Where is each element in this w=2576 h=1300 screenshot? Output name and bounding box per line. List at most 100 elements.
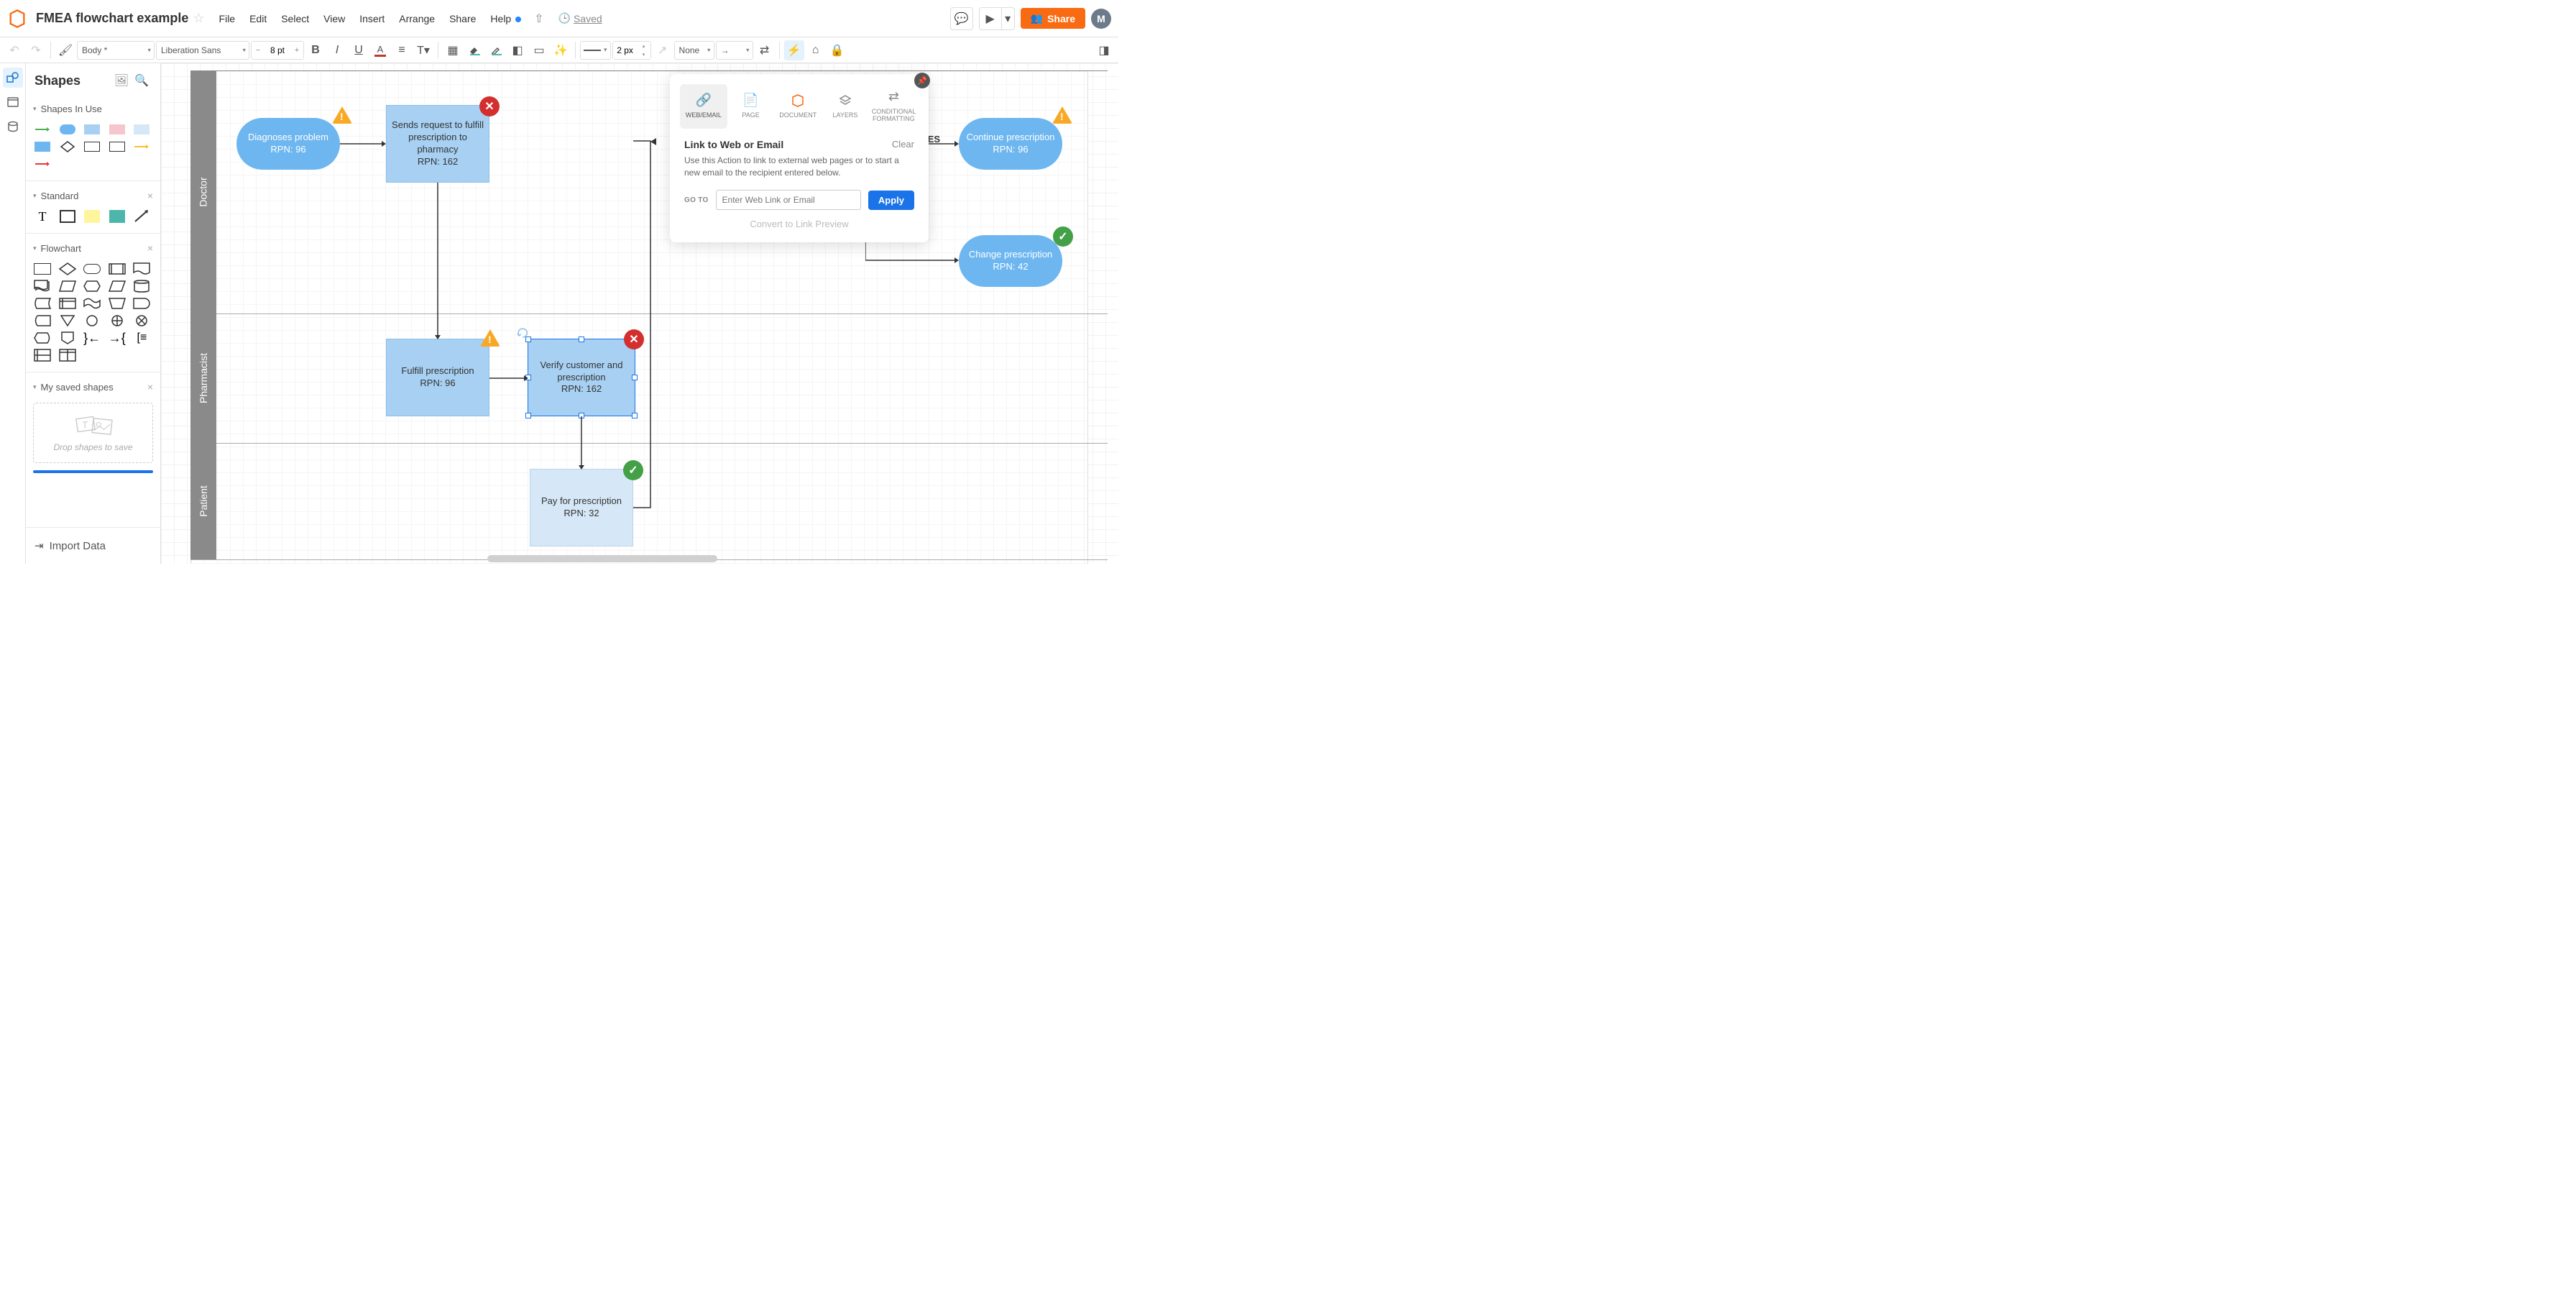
text-options-button[interactable]: T▾ (413, 40, 433, 60)
font-color-button[interactable]: A (370, 40, 390, 60)
line-arrow-select[interactable]: → (716, 41, 753, 60)
link-input[interactable] (716, 190, 861, 210)
fc-decision[interactable] (58, 262, 77, 275)
fc-brace-left[interactable]: →{ (108, 331, 126, 344)
fc-swimlane-h[interactable] (33, 349, 52, 362)
shape-rect[interactable] (58, 210, 77, 223)
fc-or[interactable] (108, 314, 126, 327)
node-diagnose[interactable]: Diagnoses problem RPN: 96 (236, 118, 340, 170)
shape-lightblue-rect[interactable] (132, 123, 151, 136)
comment-icon[interactable]: 💬 (950, 7, 973, 30)
document-title[interactable]: FMEA flowchart example (36, 11, 188, 26)
apply-button[interactable]: Apply (868, 191, 914, 210)
line-end-none-select[interactable]: None (674, 41, 714, 60)
node-pay[interactable]: Pay for prescription RPN: 32 (530, 469, 633, 546)
shape-green-arrow[interactable] (33, 123, 52, 136)
shape-diamond[interactable] (58, 140, 77, 153)
node-fulfill[interactable]: Fulfill prescription RPN: 96 (386, 339, 489, 416)
tab-web-email[interactable]: 🔗 WEB/EMAIL (680, 84, 727, 129)
shape-blue-light-rect[interactable] (83, 123, 101, 136)
section-my-saved[interactable]: ▾ My saved shapes × (26, 375, 160, 398)
saved-shapes-dropzone[interactable]: T Drop shapes to save (33, 403, 153, 463)
font-size-increase[interactable]: + (290, 42, 303, 59)
fill-button[interactable]: ▦ (443, 40, 463, 60)
fc-off-page[interactable] (58, 331, 77, 344)
user-avatar[interactable]: M (1091, 9, 1111, 29)
line-width-down[interactable]: ▾ (638, 50, 650, 59)
border-color-button[interactable] (486, 40, 506, 60)
node-continue[interactable]: Continue prescription RPN: 96 (959, 118, 1062, 170)
shape-line-arrow[interactable] (132, 210, 151, 223)
menu-edit[interactable]: Edit (242, 10, 274, 27)
font-family-select[interactable]: Body * (77, 41, 155, 60)
fc-multi-doc[interactable] (33, 280, 52, 293)
paint-format-button[interactable]: 🖌 (55, 40, 75, 60)
share-button[interactable]: 👥 Share (1021, 8, 1085, 29)
fc-connector[interactable] (83, 314, 101, 327)
align-button[interactable]: ≡ (392, 40, 412, 60)
fc-preparation[interactable] (83, 280, 101, 293)
connector[interactable] (340, 141, 387, 147)
pin-icon[interactable]: 📌 (914, 73, 930, 88)
swimlane-doctor[interactable]: Doctor (190, 70, 216, 313)
fc-swimlane-v[interactable] (58, 349, 77, 362)
shape-blue-solid[interactable] (33, 140, 52, 153)
menu-insert[interactable]: Insert (352, 10, 392, 27)
shape-options-button[interactable]: ▭ (529, 40, 549, 60)
fc-sum[interactable] (132, 314, 151, 327)
selection-handle[interactable] (525, 413, 531, 418)
actions-button[interactable]: ⚡ (784, 40, 804, 60)
tab-page[interactable]: 📄 PAGE (727, 84, 775, 129)
menu-help[interactable]: Help (483, 10, 528, 27)
fc-tape[interactable] (83, 297, 101, 310)
line-width-up[interactable]: ▴ (638, 42, 650, 50)
present-button[interactable]: ▶ (979, 7, 1002, 30)
menu-select[interactable]: Select (274, 10, 316, 27)
swimlane-pharmacist[interactable]: Pharmacist (190, 313, 216, 443)
shape-pink-rect[interactable] (108, 123, 126, 136)
fc-delay[interactable] (132, 297, 151, 310)
menu-view[interactable]: View (316, 10, 352, 27)
menu-file[interactable]: File (212, 10, 243, 27)
node-send[interactable]: Sends request to fulfill prescription to… (386, 105, 489, 183)
shapes-rail-icon[interactable] (3, 68, 23, 88)
typeface-select[interactable]: Liberation Sans (156, 41, 249, 60)
connector[interactable] (633, 139, 655, 510)
close-section-icon[interactable]: × (147, 242, 153, 254)
line-width-input[interactable] (613, 42, 638, 59)
shape-rect-outline2[interactable] (108, 140, 126, 153)
italic-button[interactable]: I (327, 40, 347, 60)
underline-button[interactable]: U (349, 40, 369, 60)
connector[interactable] (579, 416, 584, 471)
tab-layers[interactable]: LAYERS (822, 84, 869, 129)
node-verify-selected[interactable]: Verify customer and prescription RPN: 16… (528, 339, 635, 416)
fc-stored2[interactable] (33, 314, 52, 327)
font-size-decrease[interactable]: − (252, 42, 264, 59)
redo-button[interactable]: ↷ (26, 40, 46, 60)
saved-status[interactable]: 🕒 Saved (558, 12, 602, 24)
clear-button[interactable]: Clear (892, 139, 914, 150)
favorite-star-icon[interactable]: ☆ (193, 11, 204, 26)
bold-button[interactable]: B (305, 40, 326, 60)
close-section-icon[interactable]: × (147, 190, 153, 201)
section-standard[interactable]: ▾ Standard × (26, 184, 160, 207)
shape-rect-outline[interactable] (83, 140, 101, 153)
fc-document[interactable] (132, 262, 151, 275)
fc-merge[interactable] (58, 314, 77, 327)
shape-text[interactable]: T (33, 210, 52, 223)
fc-manual-op[interactable] (108, 297, 126, 310)
connector[interactable] (435, 183, 441, 341)
saved-shapes-scrollbar[interactable] (33, 470, 153, 473)
fc-terminator[interactable] (83, 262, 101, 275)
shape-style-button[interactable]: ◧ (507, 40, 528, 60)
fc-stored[interactable] (33, 297, 52, 310)
fc-predefined[interactable] (108, 262, 126, 275)
flip-line-button[interactable]: ⇄ (755, 40, 775, 60)
fc-data[interactable] (108, 280, 126, 293)
connector[interactable] (489, 375, 530, 381)
node-change[interactable]: Change prescription RPN: 42 (959, 235, 1062, 287)
fc-brace-right[interactable]: }← (83, 331, 101, 344)
import-data-button[interactable]: ⇥ Import Data (26, 527, 160, 564)
shapes-image-icon[interactable]: 🖼 (111, 70, 132, 91)
fc-internal[interactable] (58, 297, 77, 310)
